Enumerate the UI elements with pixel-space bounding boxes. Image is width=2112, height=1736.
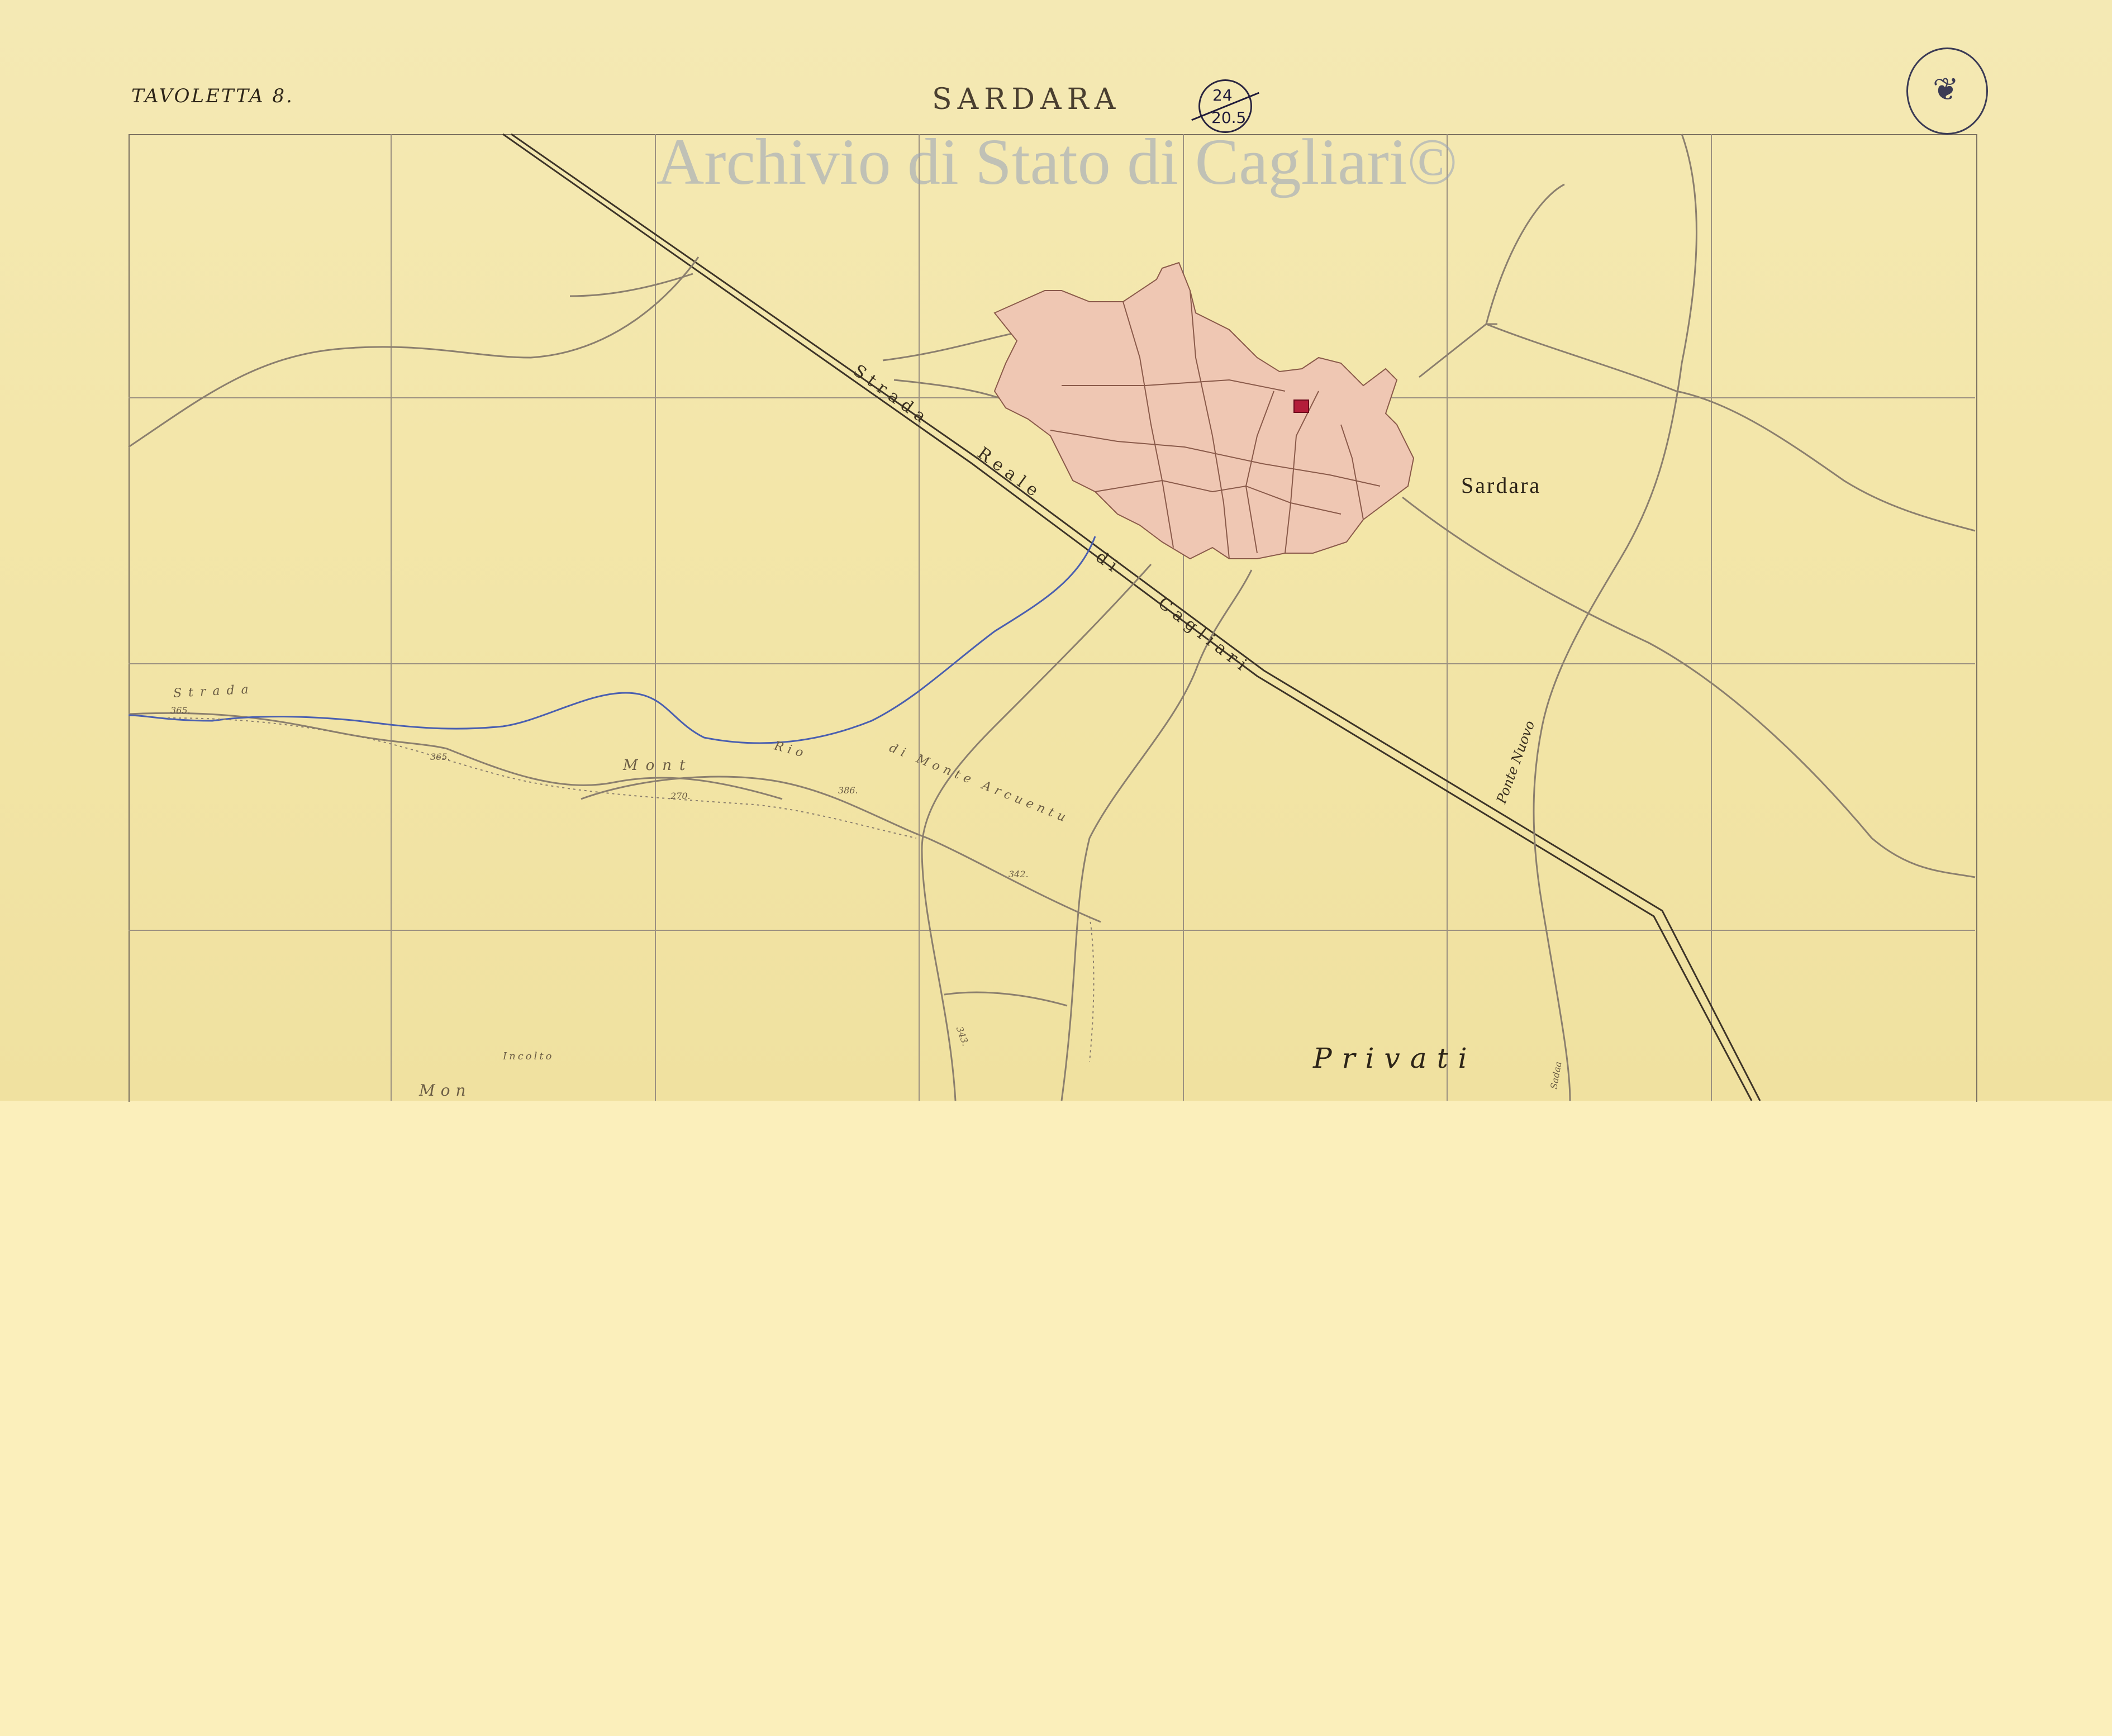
elevation-label-5: 342. <box>1009 869 1029 879</box>
elevation-label-1: 365. <box>170 705 191 716</box>
lower-label: Mon <box>419 1081 472 1100</box>
sheet-label: TAVOLETTA 8. <box>131 85 294 107</box>
map-title: SARDARA <box>932 83 1121 116</box>
strada-reale-road <box>502 133 1761 1101</box>
elevation-label-4: 386. <box>838 785 858 796</box>
mont-label: Mont <box>623 757 693 774</box>
map-grid <box>129 134 1975 1101</box>
archive-watermark: Archivio di Stato di Cagliari© <box>657 125 1458 198</box>
archive-stamp: ❦ <box>1906 47 1988 135</box>
privati-label: Privati <box>1313 1042 1477 1074</box>
eagle-seal-icon: ❦ <box>1933 72 1959 108</box>
secondary-roads <box>128 134 1976 1101</box>
town-label: Sardara <box>1461 473 1542 498</box>
sardara-settlement <box>993 261 1415 560</box>
church-marker <box>1293 399 1309 413</box>
sheet-number-bottom: 20.5 <box>1211 108 1247 127</box>
sheet-number-top: 24 <box>1212 86 1233 104</box>
elevation-label-3: 270. <box>670 791 691 801</box>
river <box>128 536 1096 744</box>
elevation-label-2: 365. <box>430 752 450 762</box>
incolto-label: Incolto <box>503 1050 554 1062</box>
